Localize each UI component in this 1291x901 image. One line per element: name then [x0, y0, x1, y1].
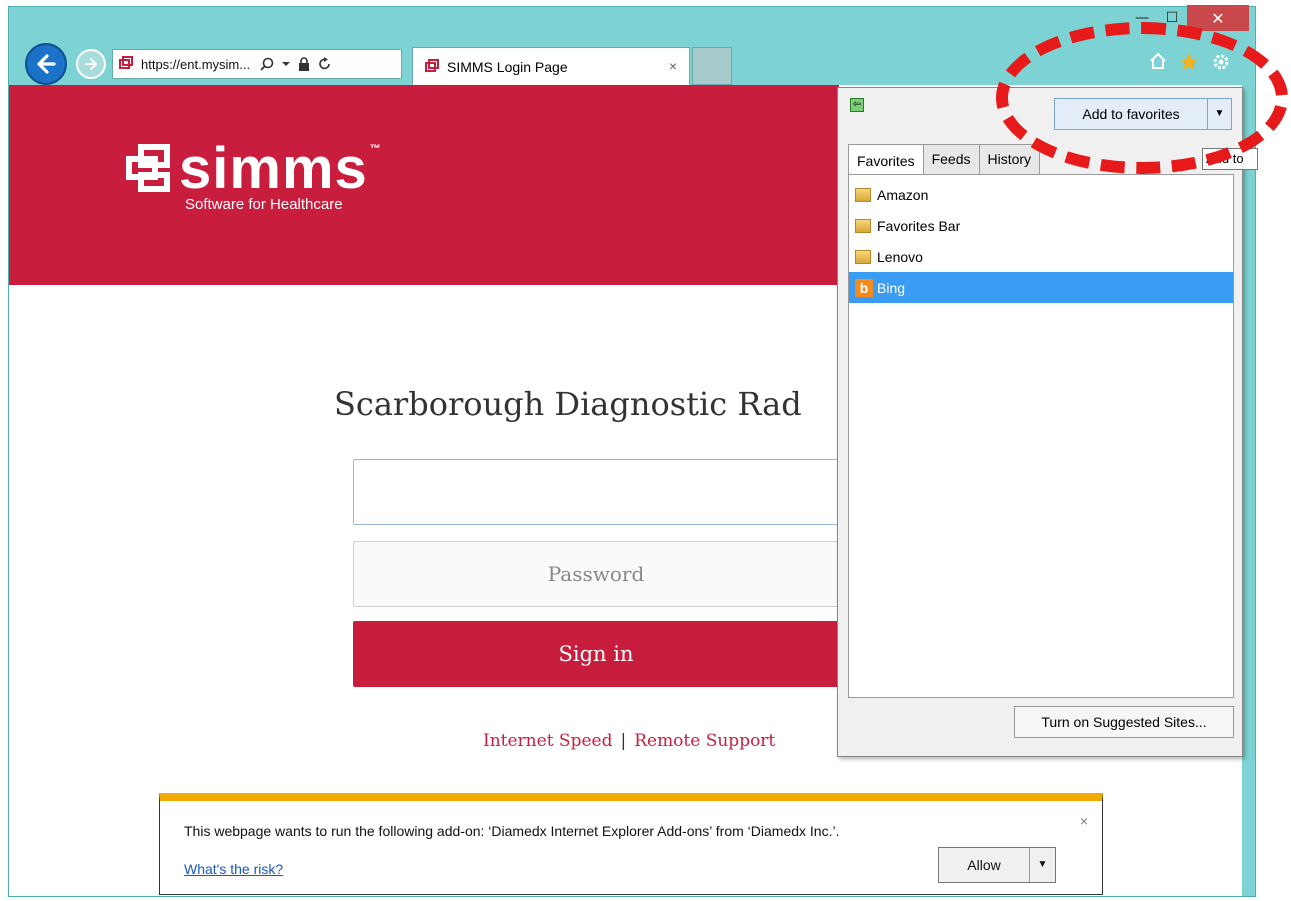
username-field[interactable] — [353, 459, 839, 525]
logo-word: simms — [179, 136, 368, 201]
favorites-center: ⇦ Add to favorites ▼ Favorites Feeds His… — [837, 87, 1258, 757]
favorites-list: Amazon Favorites Bar Lenovo b Bing — [848, 174, 1234, 698]
allow-dropdown-icon[interactable]: ▼ — [1029, 848, 1055, 882]
forward-button[interactable] — [76, 49, 106, 79]
internet-speed-link[interactable]: Internet Speed — [483, 731, 612, 751]
search-icon[interactable] — [260, 57, 274, 71]
tab-close-icon[interactable]: × — [669, 58, 677, 74]
favorite-item-bing[interactable]: b Bing — [849, 272, 1233, 303]
bing-icon: b — [855, 278, 873, 297]
folder-icon — [855, 218, 871, 233]
tooltip: Add to — [1202, 148, 1258, 170]
back-button[interactable] — [25, 43, 67, 85]
favorite-label: Amazon — [877, 186, 929, 203]
whats-the-risk-link[interactable]: What's the risk? — [184, 861, 283, 877]
address-url: https://ent.mysim... — [141, 56, 251, 72]
add-favorites-dropdown-icon[interactable]: ▼ — [1207, 99, 1231, 129]
remote-support-link[interactable]: Remote Support — [634, 731, 775, 751]
brand-header: simms ™ Software for Healthcare — [9, 85, 839, 285]
dropdown-icon[interactable] — [282, 60, 291, 68]
tab-simms-login[interactable]: SIMMS Login Page × — [412, 47, 690, 85]
simms-logo-icon — [126, 143, 170, 192]
star-icon[interactable] — [1179, 52, 1199, 72]
tab-favorites[interactable]: Favorites — [848, 144, 924, 176]
addon-notification-bar: This webpage wants to run the following … — [159, 793, 1103, 895]
favorite-item-favorites-bar[interactable]: Favorites Bar — [849, 210, 1233, 241]
add-to-favorites-label: Add to favorites — [1082, 106, 1180, 122]
favorite-label: Favorites Bar — [877, 217, 961, 234]
logo-trademark: ™ — [369, 142, 382, 155]
address-bar[interactable]: https://ent.mysim... — [112, 49, 402, 79]
support-links: Internet Speed | Remote Support — [483, 731, 775, 751]
minimize-button[interactable]: — — [1127, 5, 1157, 31]
notification-message: This webpage wants to run the following … — [184, 823, 840, 839]
folder-icon — [855, 187, 871, 202]
favorite-label: Bing — [877, 279, 906, 296]
back-arrow-icon — [37, 54, 56, 74]
page-content: simms ™ Software for Healthcare Scarboro… — [9, 85, 1258, 896]
notification-close-icon[interactable]: × — [1080, 813, 1088, 829]
suggested-sites-button[interactable]: Turn on Suggested Sites... — [1014, 706, 1234, 738]
simms-logo: simms ™ Software for Healthcare — [119, 135, 382, 213]
favorite-item-amazon[interactable]: Amazon — [849, 179, 1233, 210]
address-tools — [260, 57, 332, 71]
close-window-button[interactable]: ✕ — [1187, 5, 1249, 31]
site-favicon — [119, 56, 133, 69]
browser-toolbar-right — [1149, 52, 1231, 72]
tab-title: SIMMS Login Page — [447, 58, 568, 75]
home-icon[interactable] — [1149, 52, 1167, 70]
refresh-icon[interactable] — [318, 57, 332, 71]
add-to-favorites-button[interactable]: Add to favorites ▼ — [1054, 98, 1232, 130]
tab-favicon — [425, 58, 439, 72]
new-tab-button[interactable] — [692, 47, 732, 85]
favorite-item-lenovo[interactable]: Lenovo — [849, 241, 1233, 272]
tab-feeds[interactable]: Feeds — [922, 144, 980, 174]
favorite-label: Lenovo — [877, 248, 923, 265]
window-caption-buttons: — ☐ ✕ — [1127, 5, 1249, 35]
page-title: Scarborough Diagnostic Rad — [334, 385, 802, 423]
folder-icon — [855, 249, 871, 264]
gear-icon[interactable] — [1211, 52, 1231, 72]
sign-in-button[interactable]: Sign in — [353, 621, 839, 687]
lock-icon[interactable] — [298, 57, 310, 71]
browser-window: — ☐ ✕ https://ent.mysim... SIMMS Login P… — [8, 5, 1258, 897]
forward-arrow-icon — [85, 58, 97, 70]
maximize-button[interactable]: ☐ — [1157, 5, 1187, 31]
allow-button[interactable]: Allow ▼ — [938, 847, 1056, 883]
password-field[interactable]: Password — [353, 541, 839, 607]
tab-history[interactable]: History — [978, 144, 1041, 174]
link-separator: | — [620, 731, 627, 751]
pin-center-icon[interactable]: ⇦ — [850, 98, 864, 112]
allow-label: Allow — [967, 857, 1001, 873]
favorites-tabs: Favorites Feeds History — [848, 144, 1041, 176]
